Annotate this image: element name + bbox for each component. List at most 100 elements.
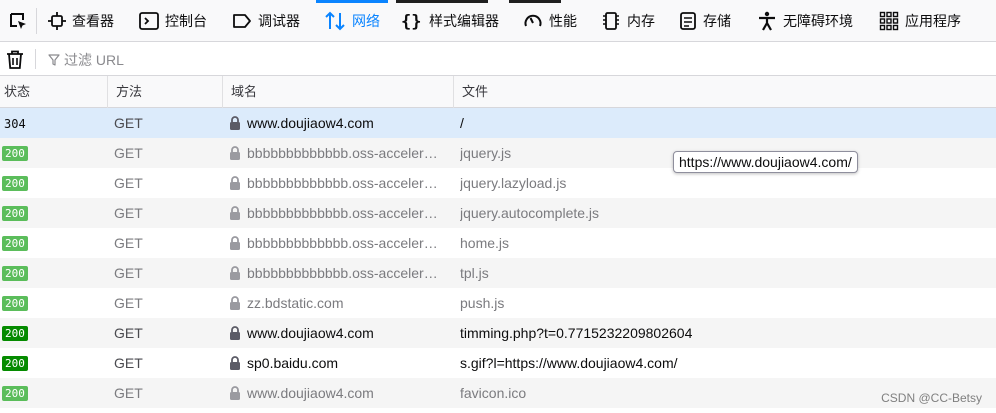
request-row[interactable]: 200 GET sp0.baidu.com s.gif?l=https://www.d… [0, 348, 996, 378]
accessibility-icon [759, 11, 775, 31]
domain-text: zz.bdstatic.com [247, 295, 344, 311]
url-tooltip: https://www.doujiaow4.com/ [673, 151, 858, 173]
request-row[interactable]: 200 GET bbbbbbbbbbbbb.oss-acceler… jquery.a… [0, 198, 996, 228]
column-header-domain[interactable]: 域名 [222, 76, 453, 108]
style-editor-icon: {} [401, 12, 421, 31]
request-row[interactable]: 200 GET www.doujiaow4.com timming.php?t=0.7… [0, 318, 996, 348]
tab-label: 控制台 [165, 13, 207, 29]
filter-divider [35, 49, 36, 69]
devtools-toolbar: 查看器 控制台 调试器 网络 {} 样式编辑器 性能 内存 存储 无障碍环境 应… [0, 0, 996, 42]
domain-text: www.doujiaow4.com [247, 385, 374, 401]
requests-table-header: 状态 方法 域名 文件 [0, 76, 996, 108]
domain-cell: www.doujiaow4.com [229, 108, 449, 138]
domain-text: www.doujiaow4.com [247, 325, 374, 341]
svg-text:{}: {} [401, 12, 421, 31]
lock-icon [230, 116, 240, 130]
request-row[interactable]: 200 GET bbbbbbbbbbbbb.oss-acceler… tpl.js [0, 258, 996, 288]
domain-text: sp0.baidu.com [247, 355, 339, 371]
column-header-status[interactable]: 状态 [0, 76, 107, 108]
method-cell: GET [114, 385, 143, 401]
method-cell: GET [114, 325, 143, 341]
tab-memory[interactable]: 内存 [601, 0, 655, 42]
status-cell: 200 [0, 348, 107, 378]
domain-text: bbbbbbbbbbbbb.oss-acceler… [247, 175, 438, 191]
tab-network[interactable]: 网络 [316, 0, 388, 42]
domain-cell: bbbbbbbbbbbbb.oss-acceler… [229, 168, 449, 198]
request-row[interactable]: 200 GET bbbbbbbbbbbbb.oss-acceler… home.js [0, 228, 996, 258]
tab-debugger[interactable]: 调试器 [232, 0, 300, 42]
network-filter-bar: 过滤 URL [0, 42, 996, 76]
application-icon [879, 11, 899, 31]
method-cell: GET [114, 355, 143, 371]
debugger-icon [233, 14, 251, 28]
request-row[interactable]: 200 GET zz.bdstatic.com push.js [0, 288, 996, 318]
tab-style-editor[interactable]: {} 样式编辑器 [401, 0, 499, 42]
clear-requests-button[interactable] [6, 50, 24, 75]
tab-label: 网络 [352, 13, 380, 29]
status-badge: 200 [2, 266, 28, 281]
file-cell: s.gif?l=https://www.doujiaow4.com/ [460, 355, 678, 371]
tab-label: 无障碍环境 [783, 13, 853, 29]
file-cell: tpl.js [460, 265, 489, 281]
status-badge: 200 [2, 296, 28, 311]
status-badge: 200 [2, 356, 28, 371]
status-cell: 200 [0, 198, 107, 228]
status-cell: 200 [0, 258, 107, 288]
tab-storage[interactable]: 存储 [679, 0, 731, 42]
file-cell: push.js [460, 295, 505, 311]
column-header-method[interactable]: 方法 [107, 76, 222, 108]
request-row[interactable]: 304 GET www.doujiaow4.com / [0, 108, 996, 138]
element-picker-button[interactable] [0, 0, 36, 42]
status-cell: 200 [0, 138, 107, 168]
status-badge: 200 [2, 326, 28, 341]
status-cell: 200 [0, 288, 107, 318]
domain-cell: zz.bdstatic.com [229, 288, 449, 318]
filter-url-input[interactable]: 过滤 URL [48, 50, 124, 70]
method-cell: GET [114, 175, 143, 191]
lock-icon [230, 386, 240, 400]
tab-label: 性能 [549, 13, 577, 29]
lock-icon [230, 296, 240, 310]
domain-text: www.doujiaow4.com [247, 115, 374, 131]
method-cell: GET [114, 295, 143, 311]
status-badge: 304 [4, 117, 26, 131]
tab-label: 查看器 [72, 13, 114, 29]
domain-text: bbbbbbbbbbbbb.oss-acceler… [247, 265, 438, 281]
domain-cell: www.doujiaow4.com [229, 378, 449, 408]
file-cell: timming.php?t=0.7715232209802604 [460, 325, 693, 341]
tab-label: 内存 [627, 13, 655, 29]
status-cell: 304 [0, 108, 107, 138]
status-cell: 200 [0, 228, 107, 258]
lock-icon [230, 326, 240, 340]
tab-label: 存储 [703, 13, 731, 29]
method-cell: GET [114, 205, 143, 221]
status-cell: 200 [0, 318, 107, 348]
tab-application[interactable]: 应用程序 [879, 0, 961, 42]
lock-icon [230, 146, 240, 160]
domain-text: bbbbbbbbbbbbb.oss-acceler… [247, 145, 438, 161]
domain-cell: bbbbbbbbbbbbb.oss-acceler… [229, 228, 449, 258]
method-cell: GET [114, 145, 143, 161]
domain-cell: bbbbbbbbbbbbb.oss-acceler… [229, 198, 449, 228]
method-cell: GET [114, 115, 143, 131]
storage-icon [680, 12, 696, 30]
tab-label: 样式编辑器 [429, 13, 499, 29]
request-row[interactable]: 200 GET www.doujiaow4.com favicon.ico [0, 378, 996, 408]
domain-text: bbbbbbbbbbbbb.oss-acceler… [247, 205, 438, 221]
method-cell: GET [114, 235, 143, 251]
tab-label: 调试器 [258, 13, 300, 29]
filter-placeholder: 过滤 URL [64, 52, 124, 68]
column-header-file[interactable]: 文件 [453, 76, 996, 108]
tab-inspector[interactable]: 查看器 [48, 0, 114, 42]
performance-icon [524, 14, 542, 27]
tab-console[interactable]: 控制台 [139, 0, 207, 42]
tab-performance[interactable]: 性能 [523, 0, 577, 42]
domain-text: bbbbbbbbbbbbb.oss-acceler… [247, 235, 438, 251]
domain-cell: www.doujiaow4.com [229, 318, 449, 348]
domain-cell: bbbbbbbbbbbbb.oss-acceler… [229, 258, 449, 288]
tab-accessibility[interactable]: 无障碍环境 [757, 0, 853, 42]
status-badge: 200 [2, 206, 28, 221]
network-icon [325, 11, 345, 31]
memory-icon [603, 12, 619, 30]
file-cell: home.js [460, 235, 510, 251]
